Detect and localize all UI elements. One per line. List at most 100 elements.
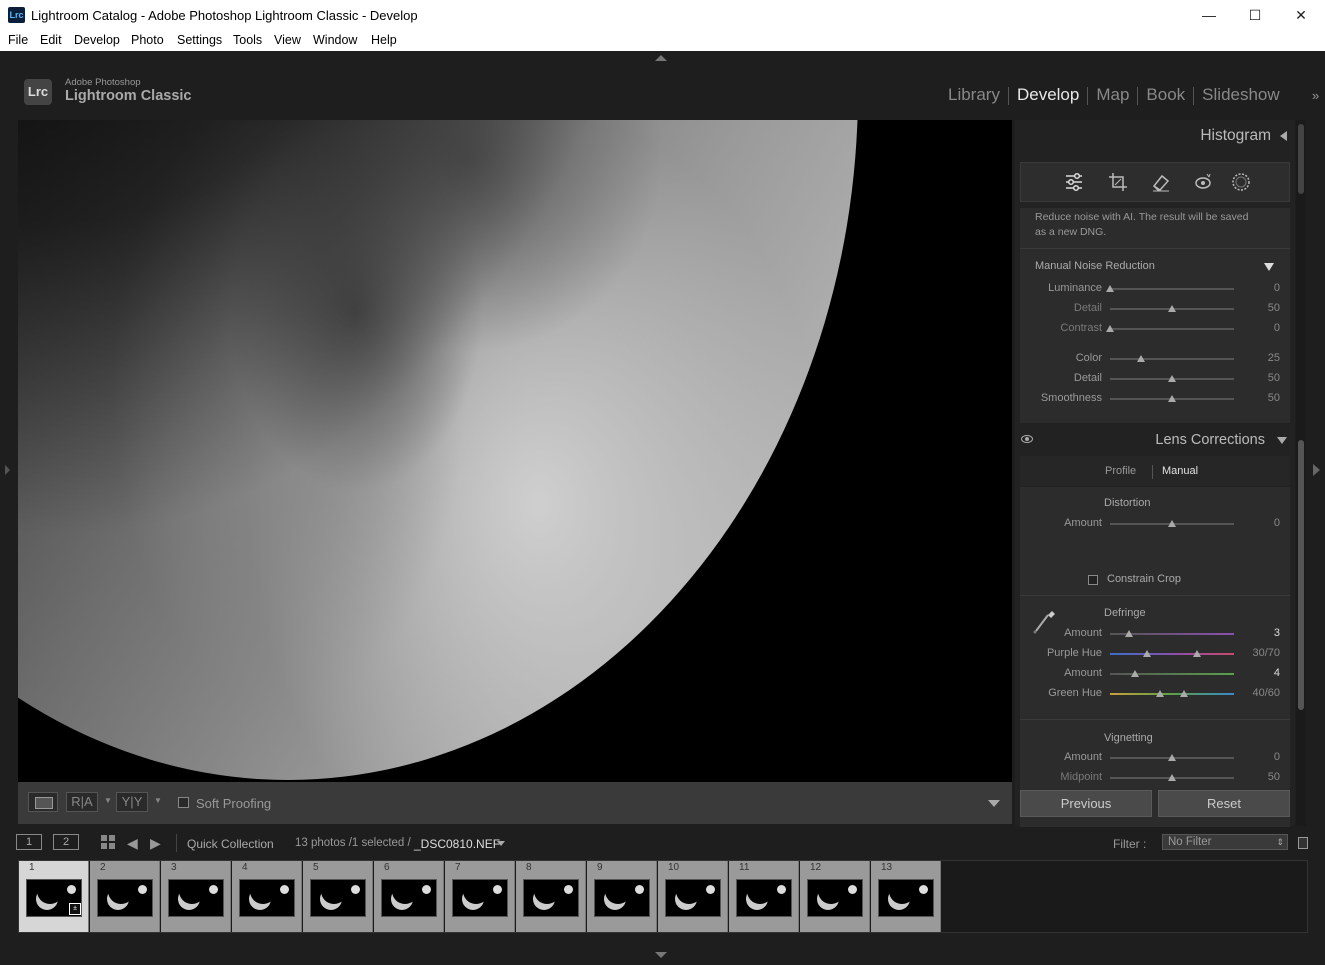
before-after-yy-button[interactable]: Y|Y bbox=[116, 792, 148, 812]
module-slideshow[interactable]: Slideshow bbox=[1194, 85, 1288, 105]
primary-display-button[interactable]: 1 bbox=[16, 834, 42, 850]
menu-edit[interactable]: Edit bbox=[40, 33, 62, 47]
soft-proofing-checkbox[interactable] bbox=[178, 797, 189, 808]
photo-canvas[interactable] bbox=[18, 120, 1012, 782]
green-hue-value[interactable]: 40/60 bbox=[1250, 687, 1280, 699]
eraser-icon[interactable] bbox=[1150, 171, 1172, 193]
noise-slider-value[interactable]: 50 bbox=[1250, 302, 1280, 314]
edit-sliders-icon[interactable] bbox=[1063, 171, 1085, 193]
noise-slider-track[interactable] bbox=[1110, 375, 1234, 382]
left-panel-toggle-icon[interactable] bbox=[5, 465, 10, 475]
bottom-panel-toggle-icon[interactable] bbox=[655, 952, 667, 958]
loupe-view-button[interactable] bbox=[28, 792, 58, 812]
filmstrip-thumbnail[interactable]: 7 bbox=[445, 861, 515, 932]
toolbar-menu-icon[interactable] bbox=[988, 800, 1000, 807]
reset-button[interactable]: Reset bbox=[1158, 790, 1290, 817]
filmstrip-thumbnail[interactable]: 11 bbox=[729, 861, 799, 932]
noise-slider-value[interactable]: 0 bbox=[1250, 282, 1280, 294]
panel-visibility-eye-icon[interactable] bbox=[1021, 435, 1033, 443]
forward-arrow-icon[interactable]: ▶ bbox=[150, 835, 161, 852]
noise-slider-value[interactable]: 0 bbox=[1250, 322, 1280, 334]
top-panel-toggle-icon[interactable] bbox=[655, 55, 667, 61]
green-amount-slider[interactable] bbox=[1110, 670, 1234, 677]
distortion-amount-thumb[interactable] bbox=[1168, 520, 1176, 527]
maximize-button[interactable]: ☐ bbox=[1232, 0, 1278, 30]
module-develop[interactable]: Develop bbox=[1009, 85, 1087, 105]
noise-slider-value[interactable]: 25 bbox=[1250, 352, 1280, 364]
lens-collapse-icon[interactable] bbox=[1277, 437, 1287, 444]
constrain-crop-checkbox[interactable] bbox=[1088, 575, 1098, 585]
noise-slider-value[interactable]: 50 bbox=[1250, 372, 1280, 384]
manual-noise-reduction-title[interactable]: Manual Noise Reduction bbox=[1035, 260, 1155, 272]
right-panel-scrollbar[interactable] bbox=[1296, 120, 1306, 826]
green-hue-slider[interactable] bbox=[1110, 690, 1234, 697]
distortion-amount-slider[interactable] bbox=[1110, 520, 1234, 527]
filter-select[interactable]: No Filter bbox=[1162, 834, 1288, 850]
distortion-amount-value[interactable]: 0 bbox=[1250, 517, 1280, 529]
tab-profile[interactable]: Profile bbox=[1105, 465, 1136, 477]
yy-dropdown-icon[interactable]: ▼ bbox=[154, 796, 162, 805]
menu-file[interactable]: File bbox=[8, 33, 28, 47]
noise-slider-track[interactable] bbox=[1106, 325, 1234, 332]
filmstrip-thumbnail[interactable]: 9 bbox=[587, 861, 657, 932]
vignetting-slider-track[interactable] bbox=[1110, 774, 1234, 781]
filmstrip-thumbnail[interactable]: 1 ± bbox=[19, 861, 89, 932]
vignetting-slider-thumb[interactable] bbox=[1168, 754, 1176, 761]
redeye-icon[interactable] bbox=[1192, 171, 1214, 193]
noise-slider-thumb[interactable] bbox=[1168, 375, 1176, 382]
noise-slider-thumb[interactable] bbox=[1106, 325, 1114, 332]
purple-amount-slider[interactable] bbox=[1110, 630, 1234, 637]
module-map[interactable]: Map bbox=[1088, 85, 1137, 105]
selected-filename[interactable]: _DSC0810.NEF bbox=[414, 837, 500, 851]
scrollbar-thumb[interactable] bbox=[1298, 440, 1304, 710]
filmstrip-thumbnail[interactable]: 3 bbox=[161, 861, 231, 932]
noise-slider-thumb[interactable] bbox=[1168, 395, 1176, 402]
filmstrip-thumbnail[interactable]: 5 bbox=[303, 861, 373, 932]
module-library[interactable]: Library bbox=[940, 85, 1008, 105]
noise-slider-thumb[interactable] bbox=[1106, 285, 1114, 292]
previous-button[interactable]: Previous bbox=[1020, 790, 1152, 817]
vignetting-slider-value[interactable]: 50 bbox=[1250, 771, 1280, 783]
manual-noise-toggle-icon[interactable] bbox=[1264, 263, 1274, 271]
noise-slider-track[interactable] bbox=[1110, 355, 1234, 362]
green-hue-thumb-high[interactable] bbox=[1180, 690, 1189, 697]
back-arrow-icon[interactable]: ◀ bbox=[127, 835, 138, 852]
filter-lock-icon[interactable] bbox=[1298, 837, 1308, 849]
purple-hue-thumb-high[interactable] bbox=[1192, 650, 1201, 657]
right-panel-toggle-icon[interactable] bbox=[1313, 464, 1320, 476]
lens-corrections-header[interactable]: Lens Corrections bbox=[1015, 428, 1295, 454]
source-collection[interactable]: Quick Collection bbox=[187, 837, 274, 851]
filmstrip-thumbnail[interactable]: 8 bbox=[516, 861, 586, 932]
green-amount-value[interactable]: 4 bbox=[1250, 667, 1280, 679]
noise-slider-value[interactable]: 50 bbox=[1250, 392, 1280, 404]
histogram-collapse-icon[interactable] bbox=[1280, 131, 1287, 141]
tab-manual[interactable]: Manual bbox=[1162, 465, 1198, 477]
menu-photo[interactable]: Photo bbox=[131, 33, 164, 47]
vignetting-slider-track[interactable] bbox=[1110, 754, 1234, 761]
noise-slider-track[interactable] bbox=[1110, 395, 1234, 402]
purple-hue-thumb-low[interactable] bbox=[1143, 650, 1152, 657]
filmstrip-thumbnail[interactable]: 13 bbox=[871, 861, 941, 932]
vignetting-slider-thumb[interactable] bbox=[1168, 774, 1176, 781]
filmstrip-thumbnail[interactable]: 2 bbox=[90, 861, 160, 932]
mask-icon[interactable] bbox=[1230, 171, 1252, 193]
crop-icon[interactable] bbox=[1107, 171, 1129, 193]
purple-amount-thumb[interactable] bbox=[1124, 630, 1133, 637]
noise-slider-thumb[interactable] bbox=[1137, 355, 1145, 362]
secondary-display-button[interactable]: 2 bbox=[53, 834, 79, 850]
menu-develop[interactable]: Develop bbox=[74, 33, 120, 47]
purple-amount-value[interactable]: 3 bbox=[1250, 627, 1280, 639]
module-book[interactable]: Book bbox=[1138, 85, 1193, 105]
vignetting-slider-value[interactable]: 0 bbox=[1250, 751, 1280, 763]
menu-window[interactable]: Window bbox=[313, 33, 357, 47]
histogram-header[interactable]: Histogram bbox=[1015, 120, 1295, 152]
before-after-ra-button[interactable]: R|A bbox=[66, 792, 98, 812]
noise-slider-track[interactable] bbox=[1106, 285, 1234, 292]
menu-tools[interactable]: Tools bbox=[233, 33, 262, 47]
green-amount-thumb[interactable] bbox=[1130, 670, 1139, 677]
filmstrip-thumbnail[interactable]: 12 bbox=[800, 861, 870, 932]
menu-view[interactable]: View bbox=[274, 33, 301, 47]
ra-dropdown-icon[interactable]: ▼ bbox=[104, 796, 112, 805]
filmstrip-thumbnail[interactable]: 10 bbox=[658, 861, 728, 932]
close-button[interactable]: ✕ bbox=[1278, 0, 1324, 30]
